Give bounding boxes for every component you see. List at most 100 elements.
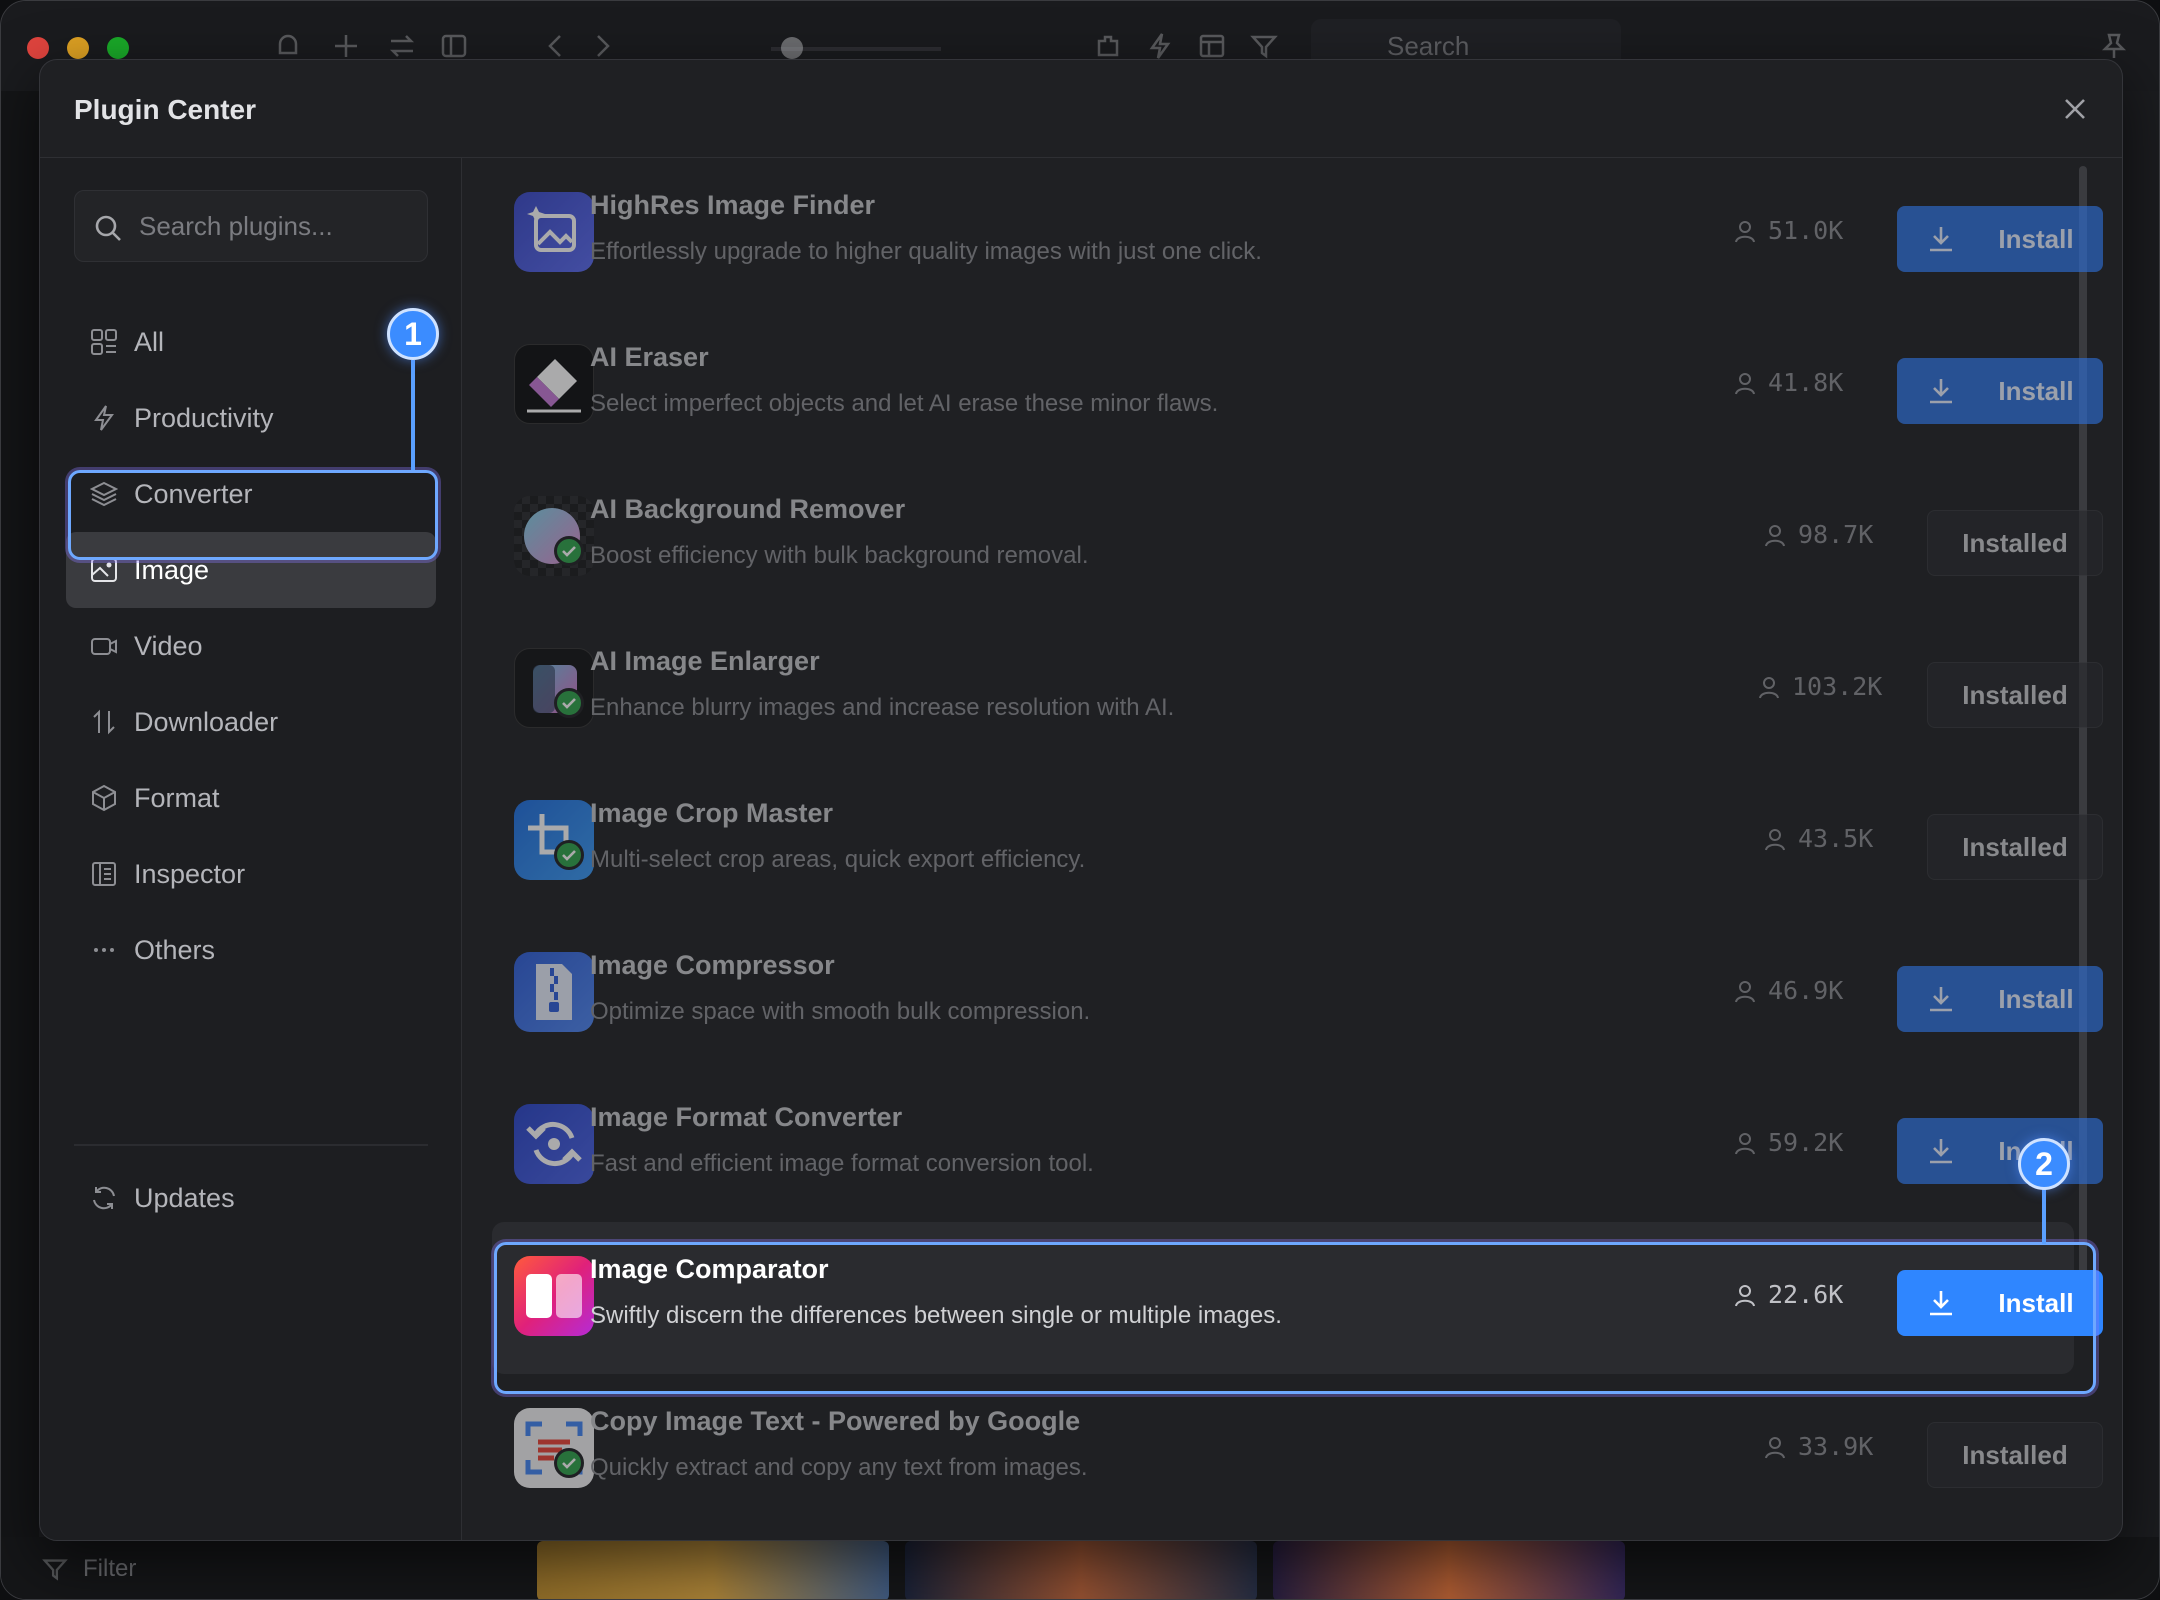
plugin-description: Quickly extract and copy any text from i… [590,1454,1088,1481]
filter-icon[interactable] [41,1555,69,1583]
user-icon [1765,1436,1785,1458]
download-count: 51.0K [1732,216,1843,245]
close-icon[interactable] [2060,94,2090,124]
minimize-window-button[interactable] [67,37,89,59]
category-productivity[interactable]: Productivity [66,380,436,456]
download-count: 33.9K [1762,1432,1873,1461]
plugin-row[interactable]: AI Background Remover Boost efficiency w… [492,462,2103,614]
install-button[interactable]: Install [1897,1270,2103,1336]
download-icon [1930,379,1953,404]
user-icon [1735,1284,1755,1306]
plugin-name: Image Comparator [590,1254,829,1284]
plugin-row-highlighted[interactable]: Image Comparator Swiftly discern the dif… [492,1222,2103,1374]
plugin-name: AI Image Enlarger [590,646,820,676]
back-icon[interactable] [541,31,571,61]
plugin-name: Image Compressor [590,950,835,980]
compressor-icon [514,952,594,1032]
annotation-connector [411,360,415,470]
install-button-label: Install [1998,983,2074,1014]
arrows-updown-icon [88,706,120,738]
plugin-row[interactable]: Copy Image Text - Powered by Google Quic… [492,1374,2103,1526]
category-label: All [134,326,165,357]
plugin-row[interactable]: AI Eraser Select imperfect objects and l… [492,310,2103,462]
copy-text-icon [514,1408,594,1488]
background-remover-icon [514,496,594,576]
plugin-name: AI Background Remover [590,494,906,524]
plugin-row[interactable]: Image Compressor Optimize space with smo… [492,918,2103,1070]
plugin-row[interactable]: HighRes Image Finder Effortlessly upgrad… [492,158,2103,310]
plugin-row[interactable]: Image Format Converter Fast and efficien… [492,1070,2103,1222]
maximize-window-button[interactable] [107,37,129,59]
add-icon[interactable] [331,31,361,61]
install-button[interactable]: Install [1897,206,2103,272]
bell-icon[interactable] [273,31,303,61]
category-label: Converter [134,478,253,509]
thumbnail[interactable] [1273,1541,1625,1599]
plugin-row[interactable]: Image Crop Master Multi-select crop area… [492,766,2103,918]
plugin-description: Effortlessly upgrade to higher quality i… [590,238,1262,265]
plugin-search-field[interactable] [74,190,428,262]
install-button-label: Install [1998,223,2074,254]
thumbnail[interactable] [905,1541,1257,1599]
grid-icon [88,326,120,358]
download-count: 98.7K [1762,520,1873,549]
swap-icon[interactable] [387,31,417,61]
installed-button[interactable]: Installed [1927,814,2103,880]
install-button-label: Install [1998,1287,2074,1318]
plugin-description: Swiftly discern the differences between … [590,1302,1282,1329]
plugin-description: Multi-select crop areas, quick export ef… [590,846,1086,873]
installed-button[interactable]: Installed [1927,1422,2103,1488]
plugin-center-dialog: Plugin Center All Productivity Converter [39,59,2123,1541]
zoom-slider-handle[interactable] [781,37,803,59]
installed-check-icon [554,840,584,870]
lightning-icon[interactable] [1145,31,1175,61]
category-video[interactable]: Video [66,608,436,684]
category-sidebar: All Productivity Converter Image Video D… [40,158,462,1540]
sidebar-toggle-icon[interactable] [439,31,469,61]
download-count: 41.8K [1732,368,1843,397]
user-icon [1735,980,1755,1002]
category-format[interactable]: Format [66,760,436,836]
filter-icon[interactable] [1249,31,1279,61]
layout-icon[interactable] [1197,31,1227,61]
install-button[interactable]: Install [1897,358,2103,424]
download-count-value: 22.6K [1768,1280,1844,1309]
updates-item[interactable]: Updates [66,1160,436,1236]
install-button-label: Install [1998,375,2074,406]
forward-icon[interactable] [587,31,617,61]
cube-icon [88,782,120,814]
installed-check-icon [554,688,584,718]
app-window: Search Filter Plugin Center All Producti… [0,0,2160,1600]
category-all[interactable]: All [66,304,436,380]
close-window-button[interactable] [27,37,49,59]
dialog-header: Plugin Center [40,60,2122,158]
download-icon [1930,987,1953,1012]
thumbnail[interactable] [537,1541,889,1599]
updates-label: Updates [134,1182,235,1213]
installed-button[interactable]: Installed [1927,662,2103,728]
category-image[interactable]: Image [66,532,436,608]
category-inspector[interactable]: Inspector [66,836,436,912]
user-icon [1735,372,1755,394]
plugin-list: HighRes Image Finder Effortlessly upgrad… [462,158,2122,1540]
install-button[interactable]: Install [1897,966,2103,1032]
plugin-icon[interactable] [1093,31,1123,61]
annotation-badge-1: 1 [387,308,439,360]
plugin-name: Copy Image Text - Powered by Google [590,1406,1081,1436]
category-converter[interactable]: Converter [66,456,436,532]
installed-check-icon [554,536,584,566]
pin-icon[interactable] [2099,31,2129,61]
category-downloader[interactable]: Downloader [66,684,436,760]
plugin-description: Optimize space with smooth bulk compress… [590,998,1091,1025]
plugin-row[interactable]: AI Image Enlarger Enhance blurry images … [492,614,2103,766]
plugin-search-input[interactable] [139,191,419,261]
filter-label[interactable]: Filter [83,1555,136,1583]
category-others[interactable]: Others [66,912,436,988]
category-label: Inspector [134,858,246,889]
bolt-icon [88,402,120,434]
installed-button[interactable]: Installed [1927,510,2103,576]
install-button[interactable]: Install [1897,1118,2103,1184]
download-count-value: 43.5K [1798,824,1874,853]
image-enlarger-icon [514,648,594,728]
plugin-description: Fast and efficient image format conversi… [590,1150,1094,1177]
